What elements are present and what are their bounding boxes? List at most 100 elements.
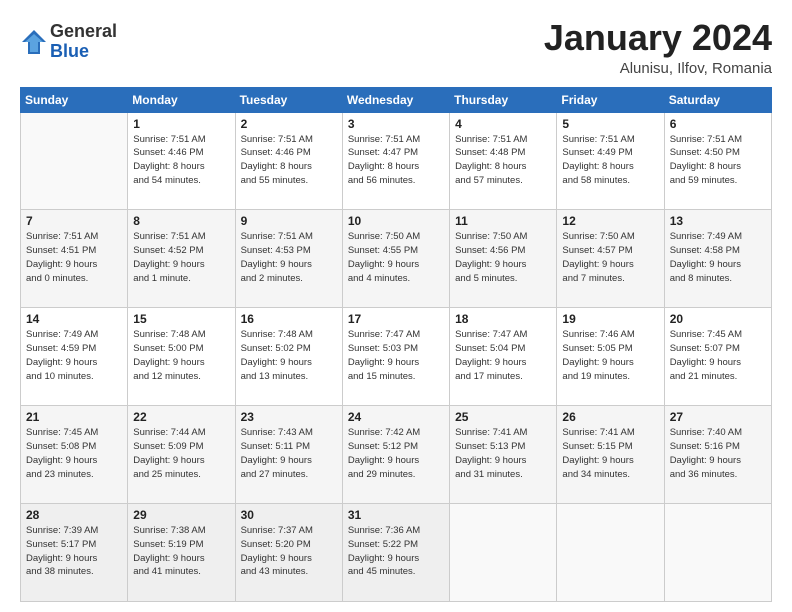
- table-row: 20 Sunrise: 7:45 AM Sunset: 5:07 PM Dayli…: [664, 308, 771, 406]
- day-number: 2: [241, 117, 337, 131]
- table-row: [557, 504, 664, 602]
- table-row: 9 Sunrise: 7:51 AM Sunset: 4:53 PM Daylig…: [235, 210, 342, 308]
- day-info: Sunrise: 7:45 AM Sunset: 5:07 PM Dayligh…: [670, 328, 766, 383]
- day-info: Sunrise: 7:42 AM Sunset: 5:12 PM Dayligh…: [348, 426, 444, 481]
- table-row: 18 Sunrise: 7:47 AM Sunset: 5:04 PM Dayli…: [450, 308, 557, 406]
- day-number: 22: [133, 410, 229, 424]
- header-wednesday: Wednesday: [342, 87, 449, 112]
- table-row: 29 Sunrise: 7:38 AM Sunset: 5:19 PM Dayli…: [128, 504, 235, 602]
- day-info: Sunrise: 7:45 AM Sunset: 5:08 PM Dayligh…: [26, 426, 122, 481]
- calendar-week-row: 1 Sunrise: 7:51 AM Sunset: 4:46 PM Daylig…: [21, 112, 772, 210]
- title-block: January 2024 Alunisu, Ilfov, Romania: [544, 18, 772, 77]
- table-row: 2Sunrise: 7:51 AM Sunset: 4:46 PM Daylig…: [235, 112, 342, 210]
- day-info: Sunrise: 7:38 AM Sunset: 5:19 PM Dayligh…: [133, 524, 229, 579]
- header-sunday: Sunday: [21, 87, 128, 112]
- day-number: 10: [348, 214, 444, 228]
- day-info: Sunrise: 7:40 AM Sunset: 5:16 PM Dayligh…: [670, 426, 766, 481]
- day-number: 18: [455, 312, 551, 326]
- header-tuesday: Tuesday: [235, 87, 342, 112]
- table-row: 17Sunrise: 7:47 AM Sunset: 5:03 PM Dayli…: [342, 308, 449, 406]
- day-number: 11: [455, 214, 551, 228]
- table-row: 11 Sunrise: 7:50 AM Sunset: 4:56 PM Dayli…: [450, 210, 557, 308]
- title-month: January 2024: [544, 18, 772, 58]
- table-row: [664, 504, 771, 602]
- header-saturday: Saturday: [664, 87, 771, 112]
- day-number: 23: [241, 410, 337, 424]
- day-number: 26: [562, 410, 658, 424]
- day-number: 8: [133, 214, 229, 228]
- day-info: Sunrise: 7:44 AM Sunset: 5:09 PM Dayligh…: [133, 426, 229, 481]
- table-row: 30Sunrise: 7:37 AM Sunset: 5:20 PM Dayli…: [235, 504, 342, 602]
- day-info: Sunrise: 7:51 AM Sunset: 4:49 PM Dayligh…: [562, 133, 658, 188]
- day-number: 3: [348, 117, 444, 131]
- table-row: 24 Sunrise: 7:42 AM Sunset: 5:12 PM Dayli…: [342, 406, 449, 504]
- day-info: Sunrise: 7:41 AM Sunset: 5:15 PM Dayligh…: [562, 426, 658, 481]
- day-info: Sunrise: 7:47 AM Sunset: 5:04 PM Dayligh…: [455, 328, 551, 383]
- day-info: Sunrise: 7:51 AM Sunset: 4:47 PM Dayligh…: [348, 133, 444, 188]
- day-info: Sunrise: 7:43 AM Sunset: 5:11 PM Dayligh…: [241, 426, 337, 481]
- day-number: 9: [241, 214, 337, 228]
- logo: General Blue: [20, 22, 117, 62]
- day-number: 28: [26, 508, 122, 522]
- day-info: Sunrise: 7:37 AM Sunset: 5:20 PM Dayligh…: [241, 524, 337, 579]
- table-row: 10 Sunrise: 7:50 AM Sunset: 4:55 PM Dayli…: [342, 210, 449, 308]
- table-row: 27 Sunrise: 7:40 AM Sunset: 5:16 PM Dayli…: [664, 406, 771, 504]
- day-number: 1: [133, 117, 229, 131]
- day-number: 7: [26, 214, 122, 228]
- day-info: Sunrise: 7:46 AM Sunset: 5:05 PM Dayligh…: [562, 328, 658, 383]
- table-row: 22 Sunrise: 7:44 AM Sunset: 5:09 PM Dayli…: [128, 406, 235, 504]
- header-monday: Monday: [128, 87, 235, 112]
- day-info: Sunrise: 7:50 AM Sunset: 4:55 PM Dayligh…: [348, 230, 444, 285]
- day-number: 4: [455, 117, 551, 131]
- day-number: 13: [670, 214, 766, 228]
- calendar-week-row: 14Sunrise: 7:49 AM Sunset: 4:59 PM Dayli…: [21, 308, 772, 406]
- table-row: 13Sunrise: 7:49 AM Sunset: 4:58 PM Dayli…: [664, 210, 771, 308]
- header-thursday: Thursday: [450, 87, 557, 112]
- day-info: Sunrise: 7:39 AM Sunset: 5:17 PM Dayligh…: [26, 524, 122, 579]
- day-info: Sunrise: 7:36 AM Sunset: 5:22 PM Dayligh…: [348, 524, 444, 579]
- table-row: 23 Sunrise: 7:43 AM Sunset: 5:11 PM Dayli…: [235, 406, 342, 504]
- calendar-week-row: 21 Sunrise: 7:45 AM Sunset: 5:08 PM Dayli…: [21, 406, 772, 504]
- table-row: 5Sunrise: 7:51 AM Sunset: 4:49 PM Daylig…: [557, 112, 664, 210]
- day-info: Sunrise: 7:51 AM Sunset: 4:53 PM Dayligh…: [241, 230, 337, 285]
- day-number: 29: [133, 508, 229, 522]
- day-info: Sunrise: 7:51 AM Sunset: 4:50 PM Dayligh…: [670, 133, 766, 188]
- day-number: 16: [241, 312, 337, 326]
- logo-general-text: General: [50, 22, 117, 42]
- table-row: 6 Sunrise: 7:51 AM Sunset: 4:50 PM Daylig…: [664, 112, 771, 210]
- header-friday: Friday: [557, 87, 664, 112]
- table-row: 28 Sunrise: 7:39 AM Sunset: 5:17 PM Dayli…: [21, 504, 128, 602]
- day-info: Sunrise: 7:51 AM Sunset: 4:52 PM Dayligh…: [133, 230, 229, 285]
- calendar-header-row: Sunday Monday Tuesday Wednesday Thursday…: [21, 87, 772, 112]
- day-number: 20: [670, 312, 766, 326]
- table-row: 8 Sunrise: 7:51 AM Sunset: 4:52 PM Daylig…: [128, 210, 235, 308]
- day-number: 31: [348, 508, 444, 522]
- day-number: 24: [348, 410, 444, 424]
- header: General Blue January 2024 Alunisu, Ilfov…: [20, 18, 772, 77]
- day-number: 25: [455, 410, 551, 424]
- day-number: 21: [26, 410, 122, 424]
- day-info: Sunrise: 7:50 AM Sunset: 4:57 PM Dayligh…: [562, 230, 658, 285]
- table-row: 1 Sunrise: 7:51 AM Sunset: 4:46 PM Daylig…: [128, 112, 235, 210]
- logo-text: General Blue: [50, 22, 117, 62]
- title-location: Alunisu, Ilfov, Romania: [544, 60, 772, 77]
- day-number: 6: [670, 117, 766, 131]
- table-row: 26 Sunrise: 7:41 AM Sunset: 5:15 PM Dayli…: [557, 406, 664, 504]
- day-info: Sunrise: 7:47 AM Sunset: 5:03 PM Dayligh…: [348, 328, 444, 383]
- day-info: Sunrise: 7:50 AM Sunset: 4:56 PM Dayligh…: [455, 230, 551, 285]
- table-row: 16Sunrise: 7:48 AM Sunset: 5:02 PM Dayli…: [235, 308, 342, 406]
- day-info: Sunrise: 7:41 AM Sunset: 5:13 PM Dayligh…: [455, 426, 551, 481]
- table-row: 19Sunrise: 7:46 AM Sunset: 5:05 PM Dayli…: [557, 308, 664, 406]
- table-row: 3 Sunrise: 7:51 AM Sunset: 4:47 PM Daylig…: [342, 112, 449, 210]
- table-row: 4Sunrise: 7:51 AM Sunset: 4:48 PM Daylig…: [450, 112, 557, 210]
- day-info: Sunrise: 7:51 AM Sunset: 4:46 PM Dayligh…: [133, 133, 229, 188]
- day-info: Sunrise: 7:48 AM Sunset: 5:00 PM Dayligh…: [133, 328, 229, 383]
- day-number: 27: [670, 410, 766, 424]
- table-row: 15Sunrise: 7:48 AM Sunset: 5:00 PM Dayli…: [128, 308, 235, 406]
- day-info: Sunrise: 7:49 AM Sunset: 4:59 PM Dayligh…: [26, 328, 122, 383]
- day-info: Sunrise: 7:51 AM Sunset: 4:51 PM Dayligh…: [26, 230, 122, 285]
- calendar-table: Sunday Monday Tuesday Wednesday Thursday…: [20, 87, 772, 602]
- table-row: [450, 504, 557, 602]
- day-number: 12: [562, 214, 658, 228]
- table-row: 31 Sunrise: 7:36 AM Sunset: 5:22 PM Dayli…: [342, 504, 449, 602]
